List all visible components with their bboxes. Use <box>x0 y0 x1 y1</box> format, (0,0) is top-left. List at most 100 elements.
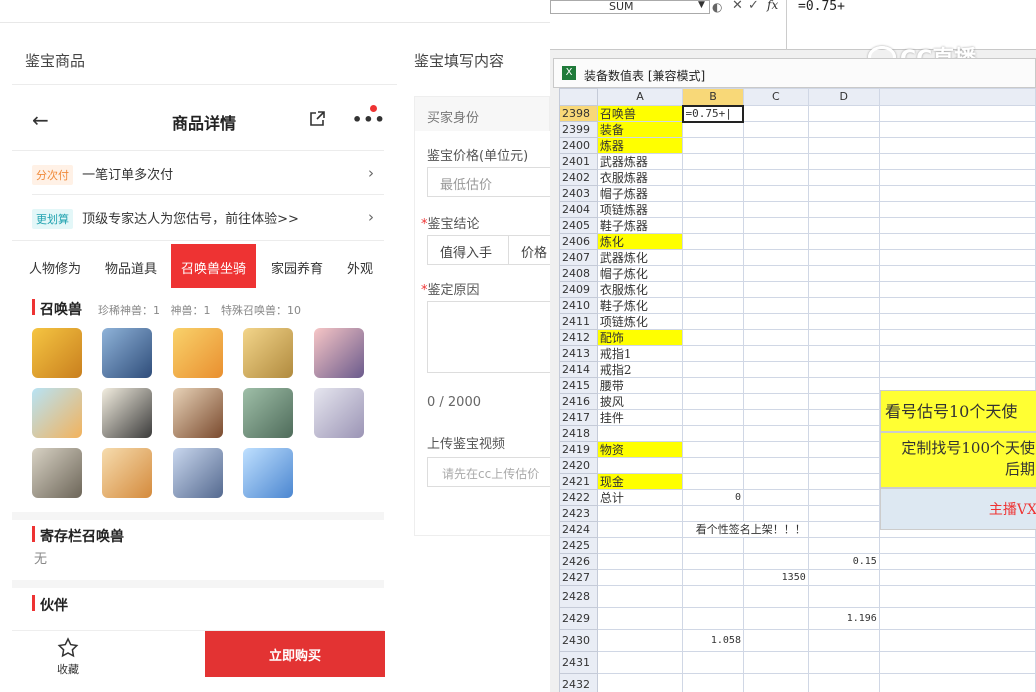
pet-avatar[interactable] <box>102 388 152 438</box>
cell-b[interactable] <box>682 201 744 218</box>
cell-d[interactable] <box>807 569 880 586</box>
cell-d[interactable] <box>807 537 880 554</box>
cell-a[interactable]: 武器炼器 <box>596 153 684 170</box>
cell-e[interactable] <box>878 345 1036 362</box>
pet-avatar[interactable] <box>314 328 364 378</box>
row-header[interactable]: 2424 <box>559 521 598 538</box>
cell-a[interactable]: 项链炼化 <box>596 313 684 330</box>
cell-a[interactable] <box>596 607 684 630</box>
cell-c[interactable] <box>742 409 809 426</box>
cell-c[interactable] <box>742 377 809 394</box>
cell-a[interactable] <box>596 457 684 474</box>
cell-c[interactable] <box>742 489 809 506</box>
formula-input[interactable]: =0.75+ <box>798 0 845 14</box>
more-icon[interactable]: ••• <box>352 110 386 129</box>
conclusion-option-worth[interactable]: 值得入手 <box>427 235 509 265</box>
cell-a[interactable]: 总计 <box>596 489 684 506</box>
cell-c[interactable] <box>742 249 809 266</box>
cell-d[interactable] <box>807 651 880 674</box>
cell-a[interactable]: 现金 <box>596 473 684 490</box>
row-header[interactable]: 2402 <box>559 169 598 186</box>
cell-a[interactable] <box>596 673 684 692</box>
cell-a[interactable]: 炼器 <box>596 137 684 154</box>
pet-avatar[interactable] <box>173 388 223 438</box>
cell-d[interactable] <box>807 409 880 426</box>
cell-b[interactable] <box>682 425 744 442</box>
cell-d[interactable]: 1.196 <box>807 607 880 630</box>
cell-a[interactable] <box>596 505 684 522</box>
cell-e[interactable] <box>878 265 1036 282</box>
cell-c[interactable] <box>742 441 809 458</box>
column-header-b[interactable]: B <box>682 88 744 106</box>
cell-c[interactable] <box>742 297 809 314</box>
column-header-a[interactable]: A <box>596 88 684 106</box>
cell-b[interactable] <box>682 651 744 674</box>
cell-e[interactable] <box>878 249 1036 266</box>
cell-d[interactable] <box>807 345 880 362</box>
cell-e[interactable] <box>878 629 1036 652</box>
cell-b[interactable] <box>682 441 744 458</box>
pet-avatar[interactable] <box>32 388 82 438</box>
cell-c[interactable] <box>742 265 809 282</box>
cell-a[interactable]: 披风 <box>596 393 684 410</box>
row-header[interactable]: 2428 <box>559 585 598 608</box>
cell-b[interactable] <box>682 345 744 362</box>
cell-c[interactable] <box>742 217 809 234</box>
function-icon[interactable]: fx <box>767 0 778 12</box>
star-icon[interactable] <box>57 637 81 659</box>
cell-e[interactable] <box>878 169 1036 186</box>
cell-d[interactable] <box>807 153 880 170</box>
cell-e[interactable] <box>878 153 1036 170</box>
cell-c[interactable] <box>742 629 809 652</box>
cell-d[interactable] <box>807 201 880 218</box>
cell-a[interactable]: 项链炼器 <box>596 201 684 218</box>
row-header[interactable]: 2423 <box>559 505 598 522</box>
cell-e[interactable] <box>878 137 1036 154</box>
cell-d[interactable] <box>807 393 880 410</box>
cell-a[interactable]: 炼化 <box>596 233 684 250</box>
cell-a[interactable]: 衣服炼化 <box>596 281 684 298</box>
pet-avatar[interactable] <box>102 448 152 498</box>
row-header[interactable]: 2418 <box>559 425 598 442</box>
row-header[interactable]: 2407 <box>559 249 598 266</box>
video-input[interactable]: 请先在cc上传估价 <box>427 457 550 487</box>
cell-c[interactable] <box>742 537 809 554</box>
cell-d[interactable] <box>807 361 880 378</box>
pet-avatar[interactable] <box>173 328 223 378</box>
row-header[interactable]: 2425 <box>559 537 598 554</box>
cell-d[interactable] <box>807 217 880 234</box>
pet-avatar[interactable] <box>314 388 364 438</box>
row-header[interactable]: 2403 <box>559 185 598 202</box>
cell-a[interactable] <box>596 521 684 538</box>
cell-e[interactable] <box>878 329 1036 346</box>
cell-e[interactable] <box>878 281 1036 298</box>
cell-d[interactable] <box>807 169 880 186</box>
cell-d[interactable] <box>807 137 880 154</box>
cell-a[interactable]: 挂件 <box>596 409 684 426</box>
cell-d[interactable] <box>807 585 880 608</box>
row-header[interactable]: 2405 <box>559 217 598 234</box>
cell-b[interactable] <box>682 607 744 630</box>
cell-c[interactable] <box>742 651 809 674</box>
cell-a[interactable]: 腰带 <box>596 377 684 394</box>
cell-c[interactable] <box>742 553 809 570</box>
cell-a[interactable]: 武器炼化 <box>596 249 684 266</box>
conclusion-option-price[interactable]: 价格 <box>508 235 550 265</box>
pet-avatar[interactable] <box>243 328 293 378</box>
cell-c[interactable] <box>742 457 809 474</box>
pet-avatar[interactable] <box>32 328 82 378</box>
cell-a[interactable] <box>596 553 684 570</box>
share-icon[interactable] <box>308 110 326 128</box>
row-header[interactable]: 2430 <box>559 629 598 652</box>
cell-b[interactable] <box>682 457 744 474</box>
cell-b[interactable] <box>682 265 744 282</box>
cell-a[interactable] <box>596 569 684 586</box>
pet-avatar[interactable] <box>243 448 293 498</box>
cell-b[interactable] <box>682 249 744 266</box>
cell-b[interactable] <box>682 393 744 410</box>
cell-b[interactable] <box>682 505 744 522</box>
row-header[interactable]: 2429 <box>559 607 598 630</box>
cell-a[interactable]: 衣服炼器 <box>596 169 684 186</box>
row-header[interactable]: 2410 <box>559 297 598 314</box>
cell-e[interactable] <box>878 185 1036 202</box>
